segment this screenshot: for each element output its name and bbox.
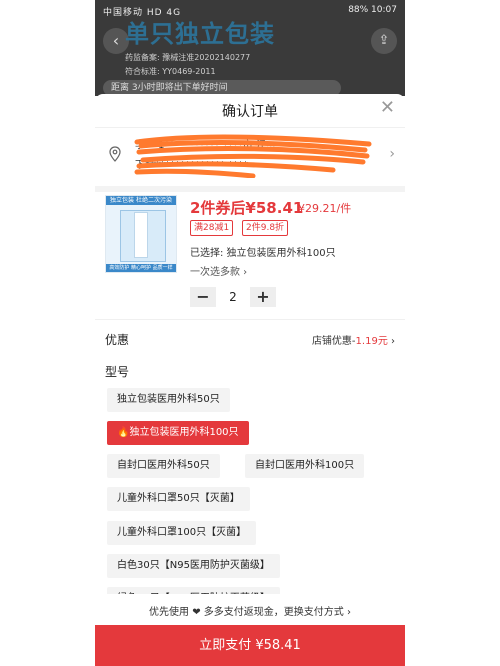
model-option[interactable]: 独立包装医用外科50只 — [107, 388, 230, 412]
payment-promo-text: 优先使用 ❤ 多多支付返现金，更换支付方式 › — [149, 607, 351, 618]
phone-screen: 中国移动 HD 4G 88% 10:07 ‹ 单只独立包装 药监备案: 豫械注准… — [95, 0, 405, 666]
shop-discount-label: 店铺优惠- — [311, 336, 356, 347]
quantity-increase-button[interactable]: + — [250, 287, 276, 307]
model-option[interactable]: 白色30只【N95医用防护灭菌级】 — [107, 554, 280, 578]
divider — [95, 319, 405, 320]
quantity-value[interactable]: 2 — [216, 287, 250, 307]
shop-discount[interactable]: 店铺优惠-1.19元 › — [312, 332, 395, 347]
chevron-right-icon: › — [391, 336, 395, 347]
selected-variant: 已选择: 独立包装医用外科100只 — [190, 248, 336, 259]
model-label: 型号 — [105, 365, 130, 379]
promo-tag: 满28减1 — [190, 220, 234, 236]
order-sheet: 确认订单 ✕ 李** 1*********** ****市 江... 下****… — [95, 94, 405, 666]
redaction-scribble — [134, 134, 372, 178]
multi-select-link[interactable]: 一次选多款 › — [190, 263, 247, 278]
unit-price: ¥29.21/件 — [298, 202, 352, 215]
address-row[interactable]: 李** 1*********** ****市 江... 下***********… — [95, 127, 405, 192]
background-title: 单只独立包装 — [125, 20, 275, 48]
model-option-selected[interactable]: 🔥独立包装医用外科100只 — [107, 421, 249, 445]
payment-promo-bar[interactable]: 优先使用 ❤ 多多支付返现金，更换支付方式 › — [95, 594, 405, 624]
location-pin-icon — [109, 146, 121, 162]
product-image-banner-bottom: 高效防护 精心呵护 品质一样 — [106, 264, 176, 272]
chevron-right-icon: › — [389, 146, 395, 162]
model-option-label: 独立包装医用外科100只 — [129, 427, 239, 438]
model-option[interactable]: 自封口医用外科100只 — [245, 454, 365, 478]
sheet-title: 确认订单 — [222, 104, 278, 120]
background-line-2: 符合标准: YY0469-2011 — [125, 67, 216, 76]
fire-icon: 🔥 — [117, 427, 130, 438]
product-image: 独立包装 杜绝二次污染 高效防护 精心呵护 品质一样 — [105, 195, 177, 273]
model-option[interactable]: 自封口医用外科50只 — [107, 454, 220, 478]
share-icon[interactable]: ⇪ — [371, 28, 397, 54]
discount-label: 优惠 — [105, 333, 130, 347]
quantity-decrease-button[interactable]: − — [190, 287, 216, 307]
close-icon[interactable]: ✕ — [380, 97, 395, 118]
promo-tag: 2件9.8折 — [242, 220, 289, 236]
coupon-price: 2件券后¥58.41 — [190, 199, 304, 217]
model-option[interactable]: 儿童外科口罩50只【灭菌】 — [107, 487, 250, 511]
pay-now-button[interactable]: 立即支付 ¥58.41 — [95, 625, 405, 666]
background-product-page: 中国移动 HD 4G 88% 10:07 ‹ 单只独立包装 药监备案: 豫械注准… — [95, 0, 405, 96]
status-time-battery: 88% 10:07 — [348, 5, 397, 15]
model-option[interactable]: 儿童外科口罩100只【灭菌】 — [107, 521, 257, 545]
shop-discount-amount: 1.19元 — [355, 336, 388, 347]
mask-box-side-graphic — [134, 212, 148, 258]
background-line-1: 药监备案: 豫械注准20202140277 — [125, 53, 251, 62]
product-image-banner-top: 独立包装 杜绝二次污染 — [106, 196, 176, 205]
